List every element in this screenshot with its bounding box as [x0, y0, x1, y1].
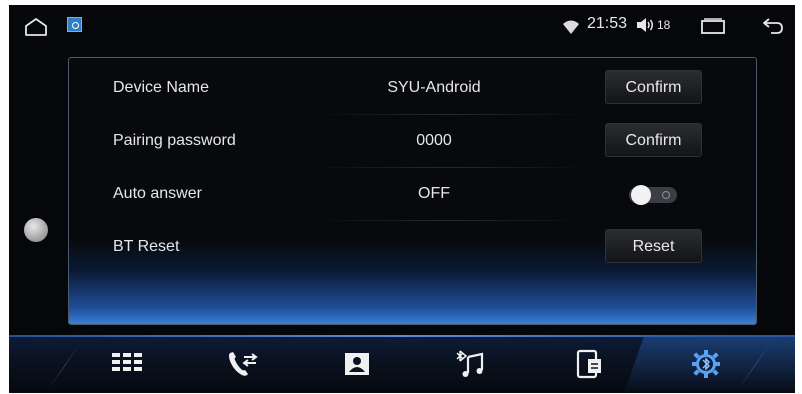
bluetooth-settings-panel: Device Name SYU-Android Confirm Pairing … [68, 57, 757, 325]
contacts-tab[interactable] [339, 347, 375, 381]
bottom-dock [9, 335, 795, 393]
dock-divider [47, 343, 82, 389]
wifi-icon [563, 20, 579, 34]
recents-icon[interactable] [700, 18, 726, 34]
settings-row-device-name: Device Name SYU-Android Confirm [69, 62, 758, 116]
pairing-password-confirm-button[interactable]: Confirm [605, 123, 702, 157]
pairing-password-label: Pairing password [113, 132, 236, 149]
device-name-value: SYU-Android [387, 79, 481, 96]
settings-row-bt-reset: BT Reset Reset [69, 221, 758, 275]
auto-answer-label: Auto answer [113, 185, 202, 202]
bt-reset-label: BT Reset [113, 238, 180, 255]
bluetooth-music-tab[interactable] [454, 347, 490, 381]
dialpad-icon [112, 353, 142, 371]
clock: 21:53 [587, 15, 628, 32]
app-icon[interactable] [67, 17, 82, 32]
auto-answer-value: OFF [418, 185, 450, 202]
pairing-password-value: 0000 [416, 132, 452, 149]
toggle-knob [631, 185, 651, 205]
contacts-icon [345, 353, 369, 375]
toggle-off-indicator [662, 191, 670, 199]
auto-answer-toggle[interactable] [629, 184, 677, 206]
bluetooth-music-icon [456, 350, 484, 377]
status-bar: 21:53 18 [9, 5, 795, 43]
phone-transfer-icon [576, 349, 601, 379]
phone-transfer-tab[interactable] [571, 347, 607, 381]
back-icon[interactable] [761, 16, 785, 36]
dialpad-tab[interactable] [109, 347, 145, 381]
floating-assistive-button[interactable] [24, 218, 48, 242]
call-log-icon [229, 352, 258, 376]
settings-row-pairing-password: Pairing password 0000 Confirm [69, 115, 758, 169]
device-name-label: Device Name [113, 79, 210, 96]
screen: 21:53 18 Device Name SYU-Android Confirm… [9, 5, 795, 393]
settings-row-auto-answer: Auto answer OFF [69, 168, 758, 222]
bluetooth-settings-tab[interactable] [688, 347, 724, 381]
volume-level: 18 [657, 18, 671, 32]
volume-icon[interactable] [636, 17, 654, 33]
call-log-tab[interactable] [224, 347, 260, 381]
device-name-confirm-button[interactable]: Confirm [605, 70, 702, 104]
home-icon[interactable] [23, 17, 49, 37]
bluetooth-settings-icon [692, 350, 720, 378]
bt-reset-button[interactable]: Reset [605, 229, 702, 263]
